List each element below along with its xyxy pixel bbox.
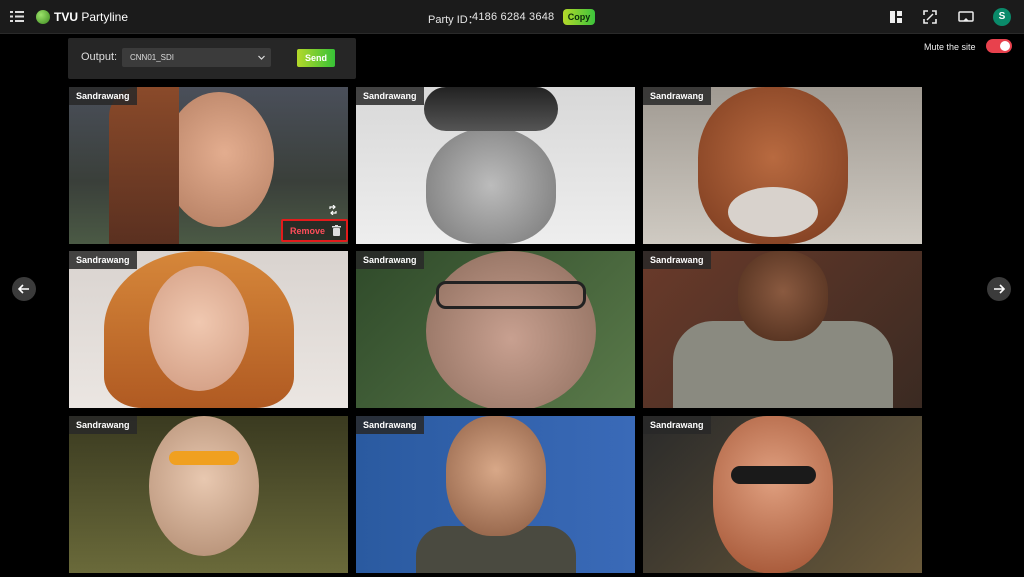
participant-name: Sandrawang [643,87,711,105]
party-id-value: 4186 6284 3648 [472,11,555,23]
participant-video [446,416,546,536]
participant-eye-makeup [169,451,239,465]
tvu-logo-icon [36,10,50,24]
participant-name: Sandrawang [69,416,137,434]
participant-name: Sandrawang [356,251,424,269]
output-label: Output: [81,51,118,63]
participant-glasses [436,281,586,309]
participant-goggles [424,87,558,131]
participant-name: Sandrawang [643,251,711,269]
participant-name: Sandrawang [69,87,137,105]
send-button[interactable]: Send [297,49,335,67]
menu-icon[interactable] [10,10,24,23]
mute-site-toggle[interactable] [986,39,1012,53]
participant-beard [728,187,818,237]
expand-icon[interactable] [923,10,937,24]
copy-button[interactable]: Copy [563,9,595,25]
output-selected-value: CNN01_SDI [130,53,175,62]
participant-name: Sandrawang [356,416,424,434]
participant-video [164,92,274,227]
arrow-right-icon [994,284,1006,294]
remove-button[interactable]: Remove [281,219,348,242]
user-avatar[interactable]: S [993,8,1011,26]
participant-tile[interactable]: Sandrawang [643,251,922,408]
next-page-button[interactable] [987,277,1011,301]
screen-icon[interactable] [958,10,974,24]
participant-tile[interactable]: Sandrawang [356,251,635,408]
participant-name: Sandrawang [356,87,424,105]
participant-tile[interactable]: Sandrawang [69,416,348,573]
participant-video [149,266,249,391]
output-panel: Output: CNN01_SDI Send [68,38,356,79]
participant-tile[interactable]: Sandrawang [643,416,922,573]
participant-tile[interactable]: Sandrawang [356,416,635,573]
participant-video [713,416,833,573]
remove-label: Remove [290,226,326,236]
app-title: TVU Partyline [54,10,129,24]
participant-video [738,251,828,341]
top-bar: TVU Partyline Party ID： 4186 6284 3648 C… [0,0,1024,34]
participant-name: Sandrawang [643,416,711,434]
participant-video [426,251,596,408]
output-select[interactable]: CNN01_SDI [122,48,271,67]
mute-site-label: Mute the site [924,42,976,52]
trash-icon [332,225,341,236]
participant-video [149,416,259,556]
toggle-knob [1000,41,1010,51]
swap-icon[interactable] [328,205,338,215]
participant-sunglasses [731,466,816,484]
participant-video [426,127,556,244]
participant-tile[interactable]: Sandrawang [356,87,635,244]
participant-tile[interactable]: Sandrawang [643,87,922,244]
arrow-left-icon [17,284,29,294]
participant-name: Sandrawang [69,251,137,269]
layout-icon[interactable] [889,10,903,24]
participant-hair [109,87,179,244]
chevron-down-icon [258,55,265,60]
previous-page-button[interactable] [12,277,36,301]
participant-tile[interactable]: Sandrawang [69,251,348,408]
